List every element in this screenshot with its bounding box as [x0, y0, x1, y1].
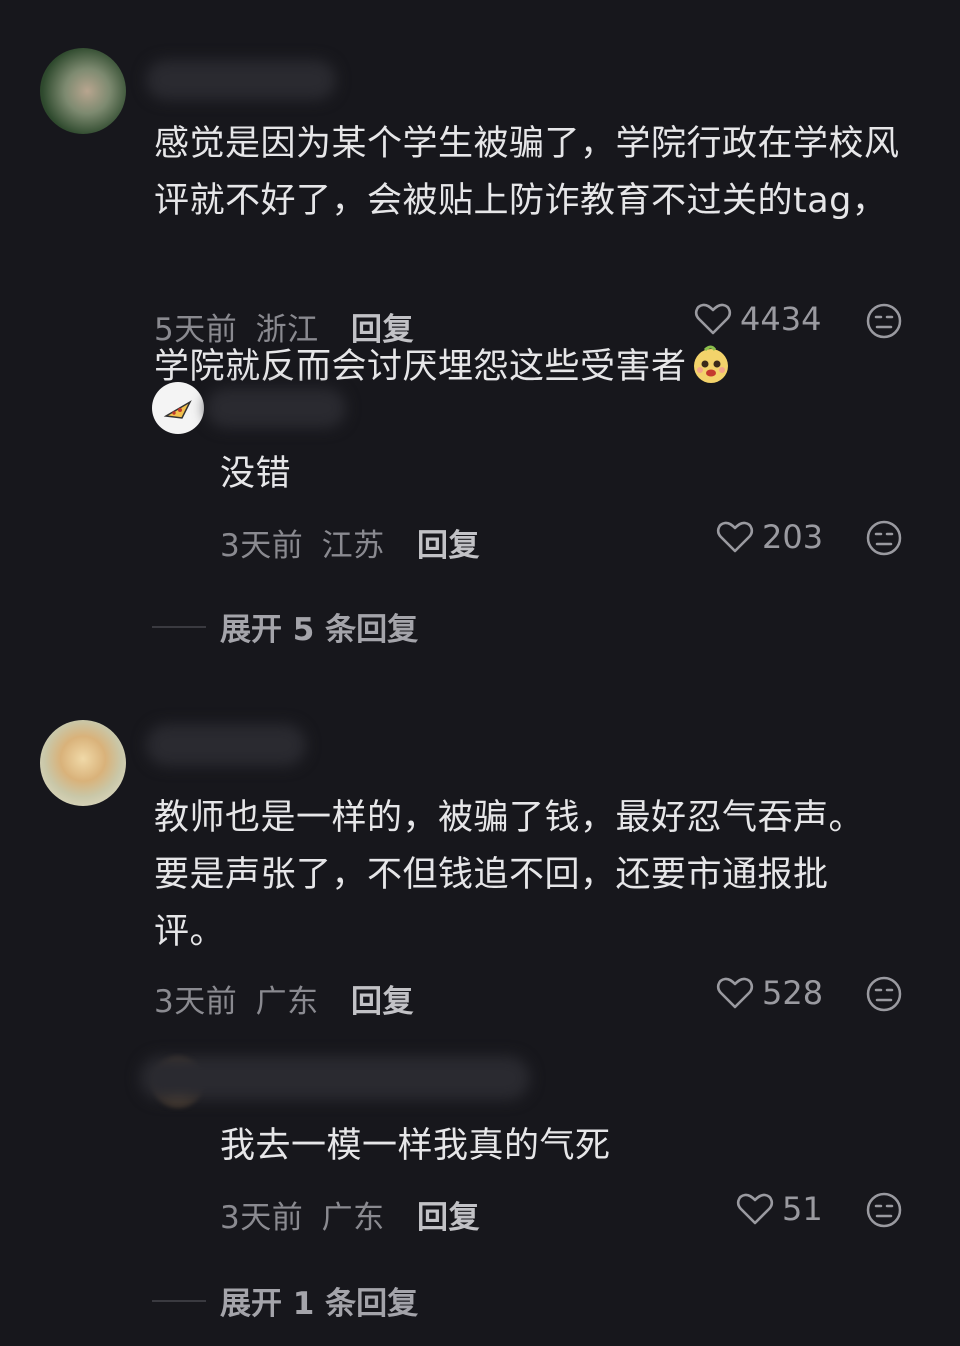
avatar[interactable]: [40, 48, 126, 134]
reply-avatar[interactable]: [152, 382, 204, 434]
comment-time: 5天前: [154, 312, 238, 348]
reply-meta: 3天前 广东 回复: [220, 1192, 480, 1237]
reply-text: 我去一模一样我真的气死: [220, 1126, 611, 1166]
reply-time: 3天前: [220, 528, 304, 564]
username-blurred[interactable]: [146, 724, 306, 766]
reply-location: 广东: [321, 1200, 385, 1236]
username-blurred[interactable]: [146, 60, 336, 100]
like-count: 4434: [740, 300, 822, 338]
divider: [152, 1299, 206, 1302]
comment-meta: 5天前 浙江 回复: [154, 304, 414, 349]
comment-text: 教师也是一样的，被骗了钱，最好忍气吞声。要是声张了，不但钱追不回，还要市通报批评…: [154, 798, 865, 952]
reply-text: 没错: [220, 454, 292, 494]
reply-button[interactable]: 回复: [351, 312, 414, 348]
heart-outline-icon: [694, 303, 732, 335]
meh-face-icon[interactable]: [865, 1191, 903, 1229]
heart-outline-icon: [736, 1193, 774, 1225]
reply-button[interactable]: 回复: [417, 528, 480, 564]
like-count: 51: [782, 1190, 823, 1228]
meh-face-icon[interactable]: [865, 302, 903, 340]
comment-time: 3天前: [154, 984, 238, 1020]
reply-button[interactable]: 回复: [351, 984, 414, 1020]
comment-location: 浙江: [255, 312, 319, 348]
heart-outline-icon: [716, 977, 754, 1009]
comment-text: 感觉是因为某个学生被骗了，学院行政在学校风评就不好了，会被贴上防诈教育不过关的t…: [154, 124, 900, 387]
like-button[interactable]: 51: [736, 1190, 823, 1228]
reply-username-blurred[interactable]: [206, 388, 346, 428]
meh-face-icon[interactable]: [865, 519, 903, 557]
like-button[interactable]: 528: [716, 974, 823, 1012]
reply-location: 江苏: [321, 528, 385, 564]
comment-meta: 3天前 广东 回复: [154, 976, 414, 1021]
reply-meta: 3天前 江苏 回复: [220, 520, 480, 565]
smiley-emoji: [691, 230, 731, 383]
reply-button[interactable]: 回复: [417, 1200, 480, 1236]
comment-location: 广东: [255, 984, 319, 1020]
divider: [152, 625, 206, 628]
expand-replies-button[interactable]: 展开 5 条回复: [152, 604, 418, 649]
like-button[interactable]: 203: [716, 518, 823, 556]
reply-time: 3天前: [220, 1200, 304, 1236]
reply-username-blurred[interactable]: [140, 1056, 530, 1100]
meh-face-icon[interactable]: [865, 975, 903, 1013]
heart-outline-icon: [716, 521, 754, 553]
expand-replies-button[interactable]: 展开 1 条回复: [152, 1278, 418, 1323]
like-count: 203: [762, 518, 824, 556]
pizza-icon: [163, 400, 192, 419]
like-count: 528: [762, 974, 824, 1012]
expand-label: 展开 5 条回复: [220, 612, 419, 648]
like-button[interactable]: 4434: [694, 300, 821, 338]
avatar[interactable]: [40, 720, 126, 806]
expand-label: 展开 1 条回复: [220, 1286, 419, 1322]
